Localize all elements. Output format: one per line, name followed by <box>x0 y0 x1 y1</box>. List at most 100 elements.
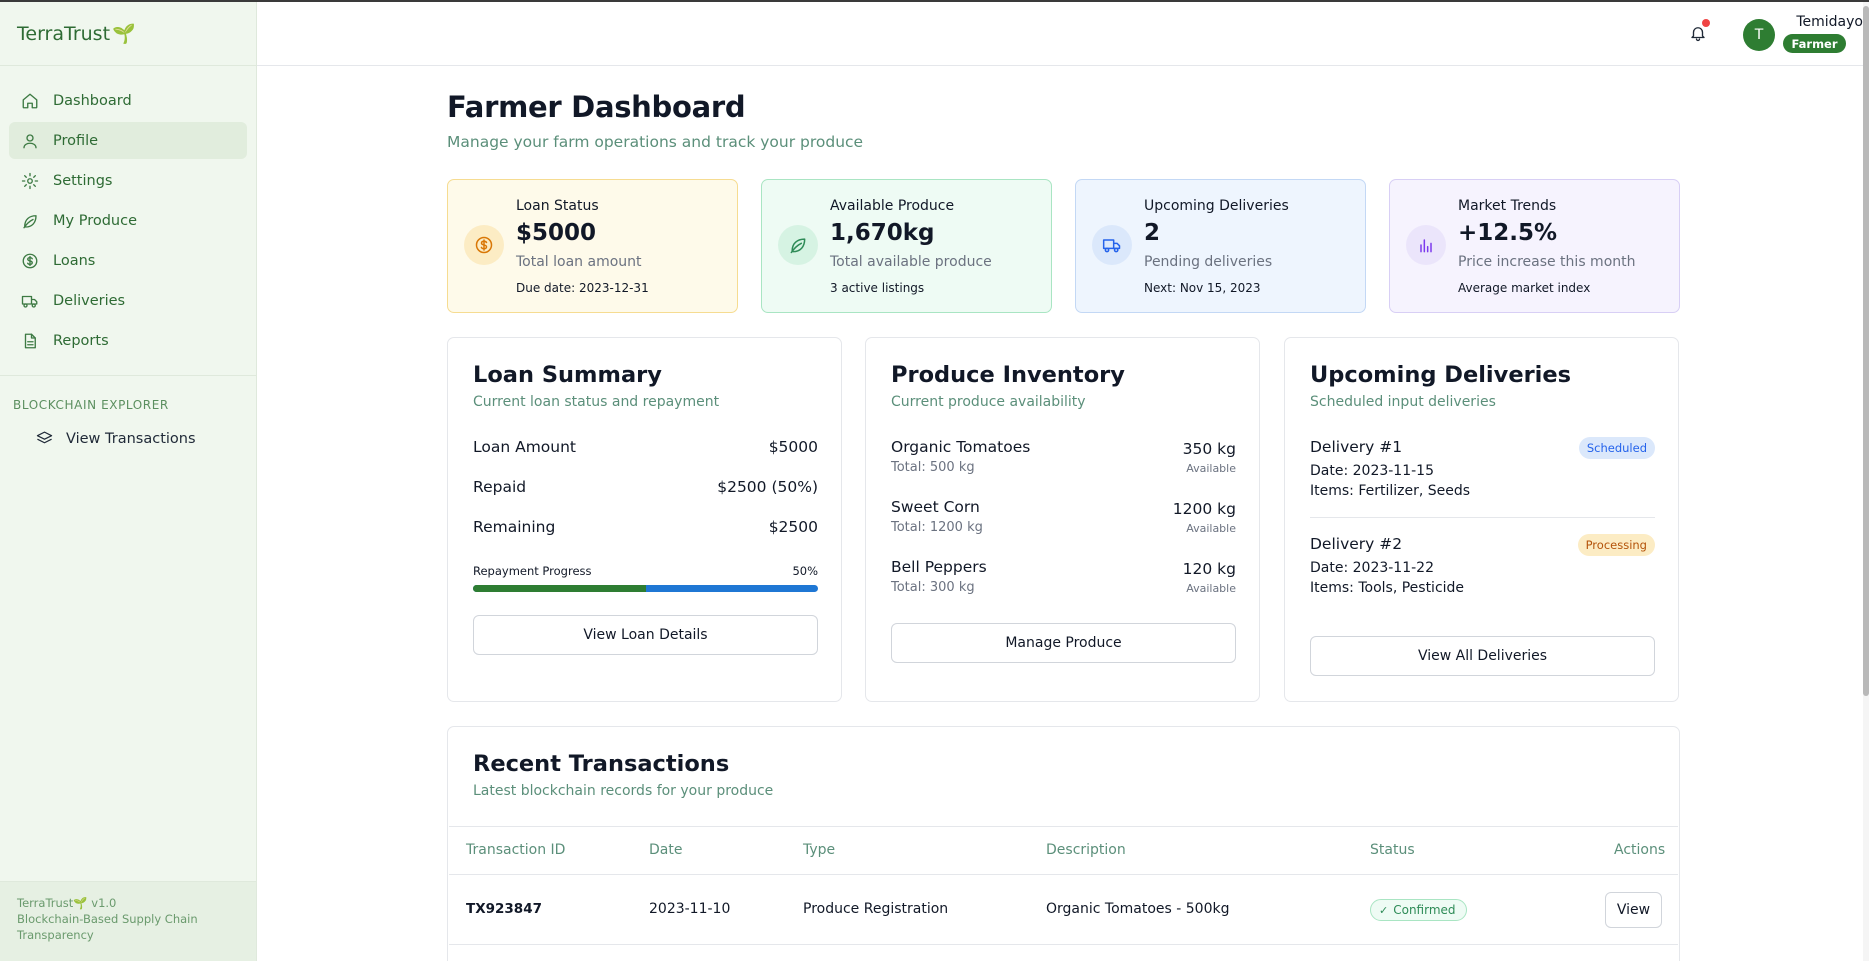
column-header: Actions <box>1614 842 1666 858</box>
delivery-title: Delivery #1 <box>1310 438 1403 456</box>
loan-row-label: Loan Amount <box>473 438 577 456</box>
card-title: Upcoming Deliveries <box>1310 362 1572 388</box>
upcoming-deliveries-card: Upcoming Deliveries Scheduled input deli… <box>1284 337 1679 702</box>
check-icon: ✓ <box>1379 903 1389 917</box>
table-row: TX923847 2023-11-10 Produce Registration… <box>449 875 1678 945</box>
delivery-items: Items: Fertilizer, Seeds <box>1310 483 1471 499</box>
sidebar-item-label: Dashboard <box>53 92 132 109</box>
repayment-progress-fill <box>473 585 646 592</box>
card-title: Produce Inventory <box>891 362 1125 388</box>
delivery-date: Date: 2023-11-15 <box>1310 463 1434 479</box>
sidebar-item-dashboard[interactable]: Dashboard <box>9 82 247 119</box>
card-title: Loan Summary <box>473 362 662 388</box>
notification-dot <box>1702 19 1710 27</box>
scrollbar-thumb[interactable] <box>1863 6 1869 696</box>
user-icon <box>23 133 37 148</box>
progress-title: Repayment Progress <box>473 564 592 578</box>
sidebar-item-loans[interactable]: Loans <box>9 242 247 279</box>
sidebar-item-view-transactions[interactable]: View Transactions <box>36 430 256 447</box>
page-subtitle: Manage your farm operations and track yo… <box>447 133 864 151</box>
stat-card-market: Market Trends +12.5% Price increase this… <box>1389 179 1680 313</box>
loan-row-value: $2500 (50%) <box>717 478 818 496</box>
produce-quantity: 1200 kg <box>1172 500 1236 518</box>
stat-description: Total available produce <box>830 254 992 270</box>
sidebar-item-label: Profile <box>53 132 99 149</box>
delivery-date: Date: 2023-11-22 <box>1310 560 1434 576</box>
sprout-icon: 🌱 <box>112 23 136 45</box>
view-transaction-button[interactable]: View <box>1605 892 1662 928</box>
loan-row-amount: Loan Amount $5000 <box>473 438 818 456</box>
stat-card-deliveries: Upcoming Deliveries 2 Pending deliveries… <box>1075 179 1366 313</box>
column-header: Status <box>1370 842 1415 858</box>
brand-logo[interactable]: TerraTrust 🌱 <box>0 2 256 66</box>
card-subtitle: Current loan status and repayment <box>473 394 720 410</box>
page-title: Farmer Dashboard <box>447 90 746 124</box>
notification-button[interactable] <box>1689 19 1710 44</box>
footer-tagline: Blockchain-Based Supply Chain Transparen… <box>17 912 198 942</box>
avatar[interactable]: T <box>1743 19 1775 51</box>
stat-note: Next: Nov 15, 2023 <box>1144 281 1261 295</box>
sidebar-item-label: Reports <box>53 332 109 349</box>
transaction-description: Organic Tomatoes - 500kg <box>1046 901 1230 917</box>
produce-name: Bell Peppers <box>891 558 987 576</box>
stat-card-loan: Loan Status $5000 Total loan amount Due … <box>447 179 738 313</box>
role-badge: Farmer <box>1783 34 1846 53</box>
sidebar-item-my-produce[interactable]: My Produce <box>9 202 247 239</box>
bar-chart-icon <box>1406 225 1446 265</box>
stat-value: 2 <box>1144 220 1161 246</box>
produce-total: Total: 500 kg <box>891 460 975 475</box>
loan-summary-card: Loan Summary Current loan status and rep… <box>447 337 842 702</box>
card-subtitle: Latest blockchain records for your produ… <box>473 783 774 799</box>
card-title: Recent Transactions <box>473 751 730 777</box>
column-header: Date <box>649 842 683 858</box>
loan-row-value: $2500 <box>768 518 818 536</box>
view-loan-details-button[interactable]: View Loan Details <box>473 615 818 655</box>
stat-label: Loan Status <box>516 198 599 214</box>
section-title-blockchain: BLOCKCHAIN EXPLORER <box>13 398 169 412</box>
stat-card-produce: Available Produce 1,670kg Total availabl… <box>761 179 1052 313</box>
status-badge: Processing <box>1577 534 1655 556</box>
transaction-type: Produce Registration <box>803 901 949 917</box>
produce-status: Available <box>1186 522 1236 535</box>
sidebar-item-label: Loans <box>53 252 96 269</box>
loan-row-label: Repaid <box>473 478 527 496</box>
status-badge: Scheduled <box>1578 437 1655 459</box>
stat-label: Upcoming Deliveries <box>1144 198 1289 214</box>
delivery-items: Items: Tools, Pesticide <box>1310 580 1465 596</box>
sidebar-item-settings[interactable]: Settings <box>9 162 247 199</box>
view-all-deliveries-button[interactable]: View All Deliveries <box>1310 636 1655 676</box>
stat-description: Price increase this month <box>1458 254 1636 270</box>
loan-row-label: Remaining <box>473 518 556 536</box>
loan-row-repaid: Repaid $2500 (50%) <box>473 478 818 496</box>
sidebar-item-reports[interactable]: Reports <box>9 322 247 359</box>
column-header: Type <box>803 842 836 858</box>
manage-produce-button[interactable]: Manage Produce <box>891 623 1236 663</box>
sidebar-item-profile[interactable]: Profile <box>9 122 247 159</box>
leaf-icon <box>778 225 818 265</box>
transaction-id: TX923847 <box>466 901 542 917</box>
stat-description: Pending deliveries <box>1144 254 1273 270</box>
document-icon <box>24 333 36 348</box>
sidebar-item-deliveries[interactable]: Deliveries <box>9 282 247 319</box>
transactions-table: Transaction ID Date Type Description Sta… <box>449 826 1678 945</box>
brand-name: TerraTrust <box>17 22 111 45</box>
produce-total: Total: 300 kg <box>891 580 975 595</box>
layers-icon <box>36 431 53 444</box>
produce-total: Total: 1200 kg <box>891 520 983 535</box>
page-scrollbar[interactable] <box>1863 2 1869 961</box>
sidebar-nav: Dashboard Profile Settings My Produce Lo… <box>0 66 256 359</box>
delivery-divider <box>1310 517 1655 518</box>
sidebar: TerraTrust 🌱 Dashboard Profile Settings M… <box>0 2 257 961</box>
column-header: Transaction ID <box>466 842 566 858</box>
sidebar-footer: TerraTrust🌱 v1.0 Blockchain-Based Supply… <box>0 881 256 961</box>
sidebar-item-label: View Transactions <box>66 430 196 447</box>
repayment-progress-label: Repayment Progress 50% <box>473 564 818 578</box>
loan-row-value: $5000 <box>768 438 818 456</box>
sidebar-item-label: Settings <box>53 172 113 189</box>
stat-value: $5000 <box>516 220 597 246</box>
stat-value: +12.5% <box>1458 220 1558 246</box>
home-icon <box>22 93 38 108</box>
truck-icon <box>1092 225 1132 265</box>
stat-note: 3 active listings <box>830 281 925 295</box>
progress-percent: 50% <box>792 564 818 578</box>
